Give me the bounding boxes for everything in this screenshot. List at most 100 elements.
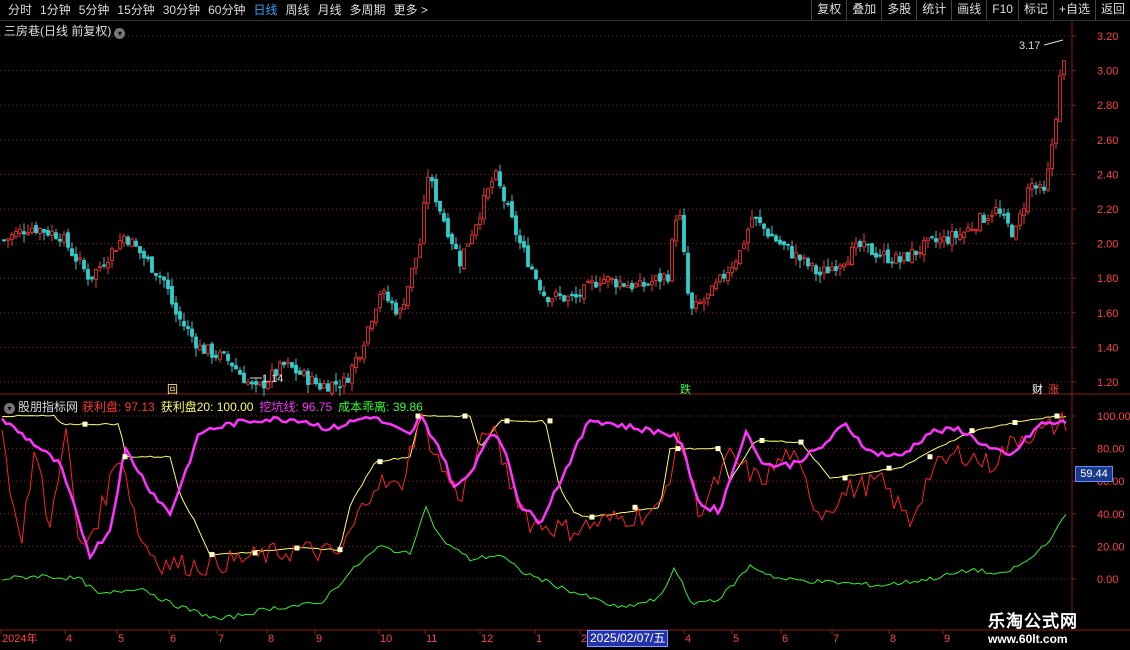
candle-body	[282, 361, 286, 366]
candle-body	[998, 208, 1002, 214]
time-label-10: 1	[536, 633, 542, 645]
candle-body	[10, 234, 14, 240]
indicator-name[interactable]: 股朋指标网	[18, 400, 78, 414]
time-label-5: 8	[268, 633, 274, 645]
candle-body	[510, 201, 514, 218]
candle-body	[166, 279, 170, 290]
time-label-18: 9	[944, 633, 950, 645]
candle-body	[910, 249, 914, 263]
candle-body	[946, 236, 950, 244]
candle-body	[862, 241, 866, 248]
candle-body	[602, 279, 606, 284]
time-label-13: 4	[685, 633, 691, 645]
candle-body	[678, 214, 682, 220]
profit20-marker	[675, 446, 681, 452]
candle-body	[914, 250, 918, 255]
candle-body	[790, 246, 794, 259]
candle-body	[74, 253, 78, 262]
candle-body	[318, 383, 322, 390]
stock-title[interactable]: 三房巷(日线 前复权) ▾	[4, 22, 126, 39]
candle-body	[834, 266, 838, 271]
candle-body	[562, 295, 566, 302]
time-label-2: 5	[118, 633, 124, 645]
candle-body	[158, 275, 162, 278]
watermark-line1: 乐淘公式网	[988, 612, 1078, 631]
candle-body	[702, 300, 706, 304]
candle-body	[118, 240, 122, 250]
candle-body	[334, 380, 338, 385]
time-label-0: 2024年	[2, 631, 37, 645]
candle-body	[866, 243, 870, 246]
candle-body	[958, 234, 962, 240]
profit20-marker	[886, 465, 892, 471]
profit20-marker	[927, 454, 933, 460]
candle-body	[202, 344, 206, 354]
candle-body	[950, 231, 954, 246]
candle-body	[474, 224, 478, 236]
candle-body	[482, 194, 486, 220]
chevron-down-icon[interactable]: ▾	[114, 28, 126, 39]
candle-body	[578, 294, 582, 297]
candle-body	[1042, 186, 1046, 191]
candle-body	[550, 298, 554, 303]
candle-body	[814, 265, 818, 275]
candle-body	[26, 232, 30, 235]
candle-body	[362, 344, 366, 360]
candle-body	[1062, 60, 1066, 76]
candle-body	[194, 336, 198, 349]
candle-body	[1058, 75, 1062, 122]
price-tick-label: 1.40	[1097, 342, 1118, 354]
candle-body	[930, 236, 934, 239]
candle-body	[954, 231, 958, 238]
candle-body	[526, 245, 530, 267]
candle-body	[366, 326, 370, 344]
candle-body	[78, 257, 82, 260]
candle-body	[30, 227, 34, 233]
stock-title-text: 三房巷(日线 前复权)	[4, 24, 112, 38]
event-label-3: 涨	[1048, 383, 1059, 396]
candle-body	[138, 246, 142, 254]
candle-body	[686, 252, 690, 294]
high-arrow	[1043, 39, 1064, 46]
candle-body	[730, 266, 734, 273]
candle-body	[874, 252, 878, 258]
profit20-marker	[122, 454, 128, 460]
candle-body	[846, 261, 850, 266]
candle-body	[34, 225, 38, 233]
candle-body	[454, 243, 458, 250]
chevron-down-icon[interactable]: ▾	[4, 403, 15, 414]
candle-body	[922, 240, 926, 255]
candle-body	[850, 246, 854, 265]
event-label-0: 回	[167, 383, 178, 396]
time-label-14: 5	[733, 633, 739, 645]
candle-body	[478, 217, 482, 225]
candle-body	[210, 343, 214, 358]
candle-body	[966, 227, 970, 232]
candle-body	[238, 369, 242, 375]
series-profit	[1, 410, 1067, 577]
candle-body	[298, 370, 302, 375]
candle-body	[442, 212, 446, 222]
indicator-legend-3: 成本乖离: 39.86	[338, 400, 423, 414]
candle-body	[66, 232, 70, 248]
profit20-marker	[294, 545, 300, 551]
candle-body	[1014, 225, 1018, 240]
candle-body	[446, 218, 450, 238]
candle-body	[302, 370, 306, 376]
kline-chart[interactable]: 3.20 3.00 2.80 2.60 2.40 2.20 2.00 1.80 1.60 1.40…	[0, 0, 1130, 650]
profit20-marker	[715, 446, 721, 452]
candle-body	[782, 241, 786, 246]
candle-body	[542, 291, 546, 297]
candle-body	[1022, 208, 1026, 216]
candle-body	[494, 170, 498, 181]
candle-body	[1018, 213, 1022, 226]
indicator-legend-2: 挖坑线: 96.75	[259, 400, 333, 414]
candle-body	[982, 214, 986, 223]
indicator-title: ▾ 股朋指标网 获利盘: 97.13 获利盘20: 100.00 挖坑线: 96.75 成…	[4, 398, 435, 415]
candle-body	[838, 264, 842, 269]
candle-body	[326, 383, 330, 392]
profit20-marker	[377, 459, 383, 465]
candle-body	[314, 377, 318, 385]
candle-body	[662, 273, 666, 280]
candle-body	[90, 276, 94, 280]
